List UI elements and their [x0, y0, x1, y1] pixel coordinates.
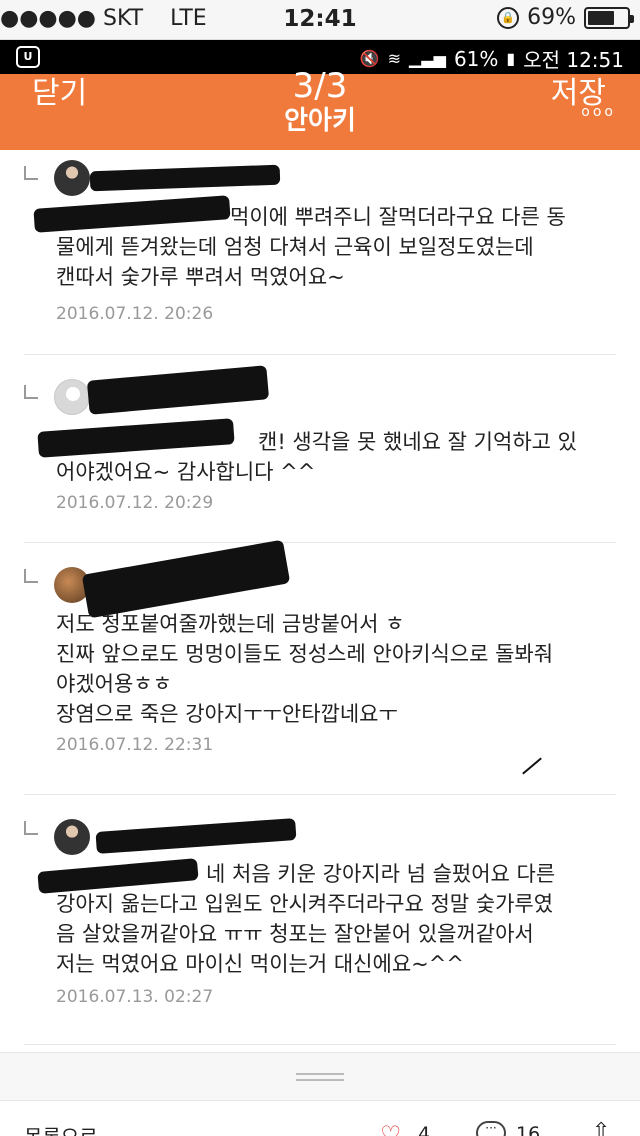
drag-handle-icon[interactable]: [296, 1073, 344, 1081]
ios-status-bar: ●●●●● SKT LTE 12:41 🔒 69%: [0, 0, 640, 40]
comment-date: 2016.07.12. 22:31: [56, 735, 214, 755]
top-header: 닫기 3/3 안아키 저장 ooo: [0, 66, 640, 150]
redacted-username: [95, 818, 297, 854]
redacted-username: [86, 365, 270, 415]
comment-date: 2016.07.12. 20:29: [56, 493, 214, 513]
reply-arrow-icon: [24, 166, 38, 180]
comment-item: 네 처음 키운 강아지라 넘 슬펐어요 다른 강아지 옮는다고 입원도 안시켜주…: [24, 795, 616, 1045]
panel-drag-area[interactable]: [0, 1052, 640, 1100]
comment-date: 2016.07.12. 20:26: [56, 304, 214, 324]
battery-percent: 69%: [527, 5, 576, 30]
reply-arrow-icon: [24, 821, 38, 835]
comment-text: 먹이에 뿌려주니 잘먹더라구요 다른 동 물에게 뜯겨왔는데 엄청 다쳐서 근육…: [56, 205, 566, 289]
comment-count: 16: [516, 1123, 541, 1136]
page-title: 안아키: [284, 106, 356, 136]
comment-date: 2016.07.13. 02:27: [56, 987, 214, 1007]
battery-icon: [584, 6, 634, 29]
avatar[interactable]: [54, 379, 90, 415]
comment-list: 먹이에 뿌려주니 잘먹더라구요 다른 동 물에게 뜯겨왔는데 엄청 다쳐서 근육…: [0, 150, 640, 1045]
reply-arrow-icon: [24, 569, 38, 583]
like-count: 4: [418, 1123, 431, 1136]
avatar[interactable]: [54, 819, 90, 855]
rotation-lock-icon: 🔒: [497, 6, 520, 29]
bottom-toolbar: 목록으로 ♡ 4 ··· 16 ⇧: [0, 1100, 640, 1136]
more-options-icon[interactable]: ooo: [581, 104, 616, 120]
comment-bubble-icon[interactable]: ···: [476, 1121, 506, 1136]
comment-text: 저도 청포붙여줄까했는데 금방붙어서 ㅎ 진짜 앞으로도 멍멍이들도 정성스레 …: [56, 612, 554, 726]
back-to-list-link[interactable]: 목록으로: [24, 1121, 98, 1136]
pen-mark: [522, 757, 542, 775]
comment-item: 저도 청포붙여줄까했는데 금방붙어서 ㅎ 진짜 앞으로도 멍멍이들도 정성스레 …: [24, 539, 616, 795]
redacted-username: [81, 539, 291, 619]
comment-text: 캔! 생각을 못 했네요 잘 기억하고 있 어야겠어요~ 감사합니다 ^^: [56, 430, 577, 484]
heart-icon[interactable]: ♡: [380, 1121, 408, 1136]
comment-item: 먹이에 뿌려주니 잘먹더라구요 다른 동 물에게 뜯겨왔는데 엄청 다쳐서 근육…: [24, 150, 616, 355]
comment-text: 네 처음 키운 강아지라 넘 슬펐어요 다른 강아지 옮는다고 입원도 안시켜주…: [56, 862, 556, 976]
reply-arrow-icon: [24, 385, 38, 399]
avatar[interactable]: [54, 160, 90, 196]
redacted-username: [89, 164, 281, 192]
comment-item: 캔! 생각을 못 했네요 잘 기억하고 있 어야겠어요~ 감사합니다 ^^ 20…: [24, 355, 616, 543]
share-icon[interactable]: ⇧: [592, 1119, 610, 1136]
app-badge-icon: U: [16, 46, 40, 68]
